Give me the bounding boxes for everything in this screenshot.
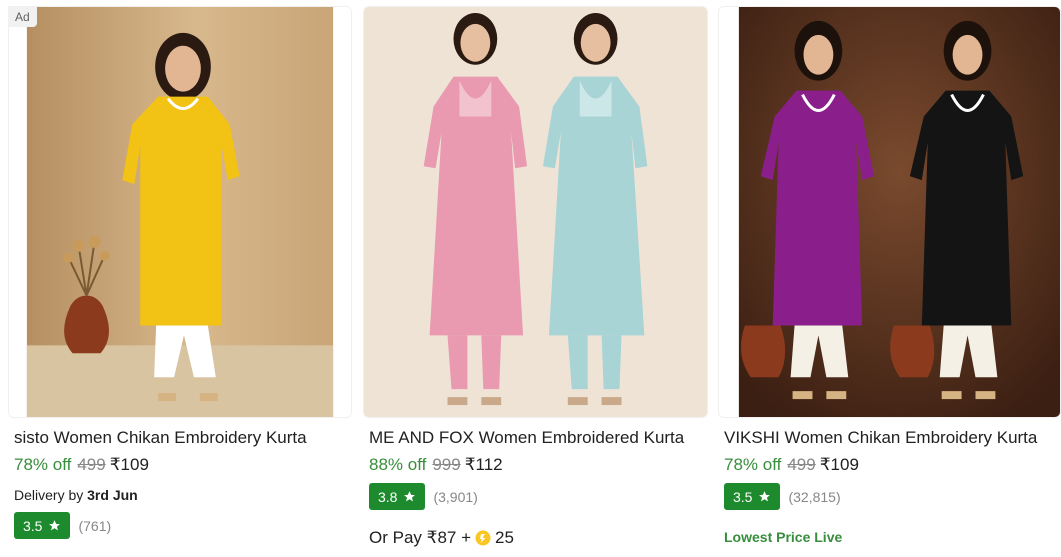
star-icon xyxy=(404,491,416,502)
rating-count: (761) xyxy=(78,517,112,534)
star-icon xyxy=(49,520,61,531)
rating-value: 3.8 xyxy=(378,488,398,505)
price-row: 78% off 499 ₹109 xyxy=(724,455,859,475)
product-title[interactable]: VIKSHI Women Chikan Embroidery Kurta xyxy=(724,428,1061,448)
rating-row: 3.8 (3,901) xyxy=(369,483,478,510)
rating-value: 3.5 xyxy=(733,488,753,505)
discount-percent: 78% off xyxy=(724,455,782,474)
delivery-info: Delivery by 3rd Jun xyxy=(14,487,138,503)
rating-value: 3.5 xyxy=(23,517,43,534)
selling-price: ₹109 xyxy=(109,455,149,474)
rating-row: 3.5 (32,815) xyxy=(724,483,841,510)
yellow-kurta-image xyxy=(9,7,351,417)
ad-badge: Ad xyxy=(8,6,37,27)
original-price: 999 xyxy=(432,455,461,474)
coin-count: 25 xyxy=(495,528,514,547)
supercoin-icon xyxy=(475,530,491,546)
price-row: 78% off 499 ₹109 xyxy=(14,455,149,475)
original-price: 499 xyxy=(787,455,816,474)
rating-badge: 3.5 xyxy=(724,483,781,510)
selling-price: ₹112 xyxy=(464,455,503,474)
product-image-2[interactable] xyxy=(363,6,708,418)
selling-price: ₹109 xyxy=(819,455,859,474)
star-icon xyxy=(759,491,771,502)
product-title[interactable]: ME AND FOX Women Embroidered Kurta xyxy=(369,428,708,448)
delivery-date: 3rd Jun xyxy=(87,487,138,503)
rating-count: (3,901) xyxy=(433,488,478,505)
rating-row: 3.5 (761) xyxy=(14,512,111,539)
or-pay-text: Or Pay ₹87 + xyxy=(369,528,471,547)
purple-black-kurta-image xyxy=(719,7,1060,417)
product-card-1[interactable]: Ad sisto Women Chikan Embroidery Kurta 7… xyxy=(8,0,352,557)
delivery-prefix: Delivery by xyxy=(14,487,84,503)
discount-percent: 78% off xyxy=(14,455,72,474)
product-image-3[interactable] xyxy=(718,6,1061,418)
product-title[interactable]: sisto Women Chikan Embroidery Kurta xyxy=(14,428,352,448)
rating-count: (32,815) xyxy=(788,488,841,505)
or-pay-offer: Or Pay ₹87 + 25 xyxy=(369,528,514,548)
product-image-1[interactable] xyxy=(8,6,352,418)
product-card-2[interactable]: ME AND FOX Women Embroidered Kurta 88% o… xyxy=(363,0,708,557)
rating-badge: 3.8 xyxy=(369,483,426,510)
rating-badge: 3.5 xyxy=(14,512,71,539)
pink-blue-kurta-image xyxy=(364,7,707,417)
price-row: 88% off 999 ₹112 xyxy=(369,455,503,475)
lowest-price-badge: Lowest Price Live xyxy=(724,529,843,545)
original-price: 499 xyxy=(77,455,106,474)
product-card-3[interactable]: VIKSHI Women Chikan Embroidery Kurta 78%… xyxy=(718,0,1061,557)
discount-percent: 88% off xyxy=(369,455,427,474)
